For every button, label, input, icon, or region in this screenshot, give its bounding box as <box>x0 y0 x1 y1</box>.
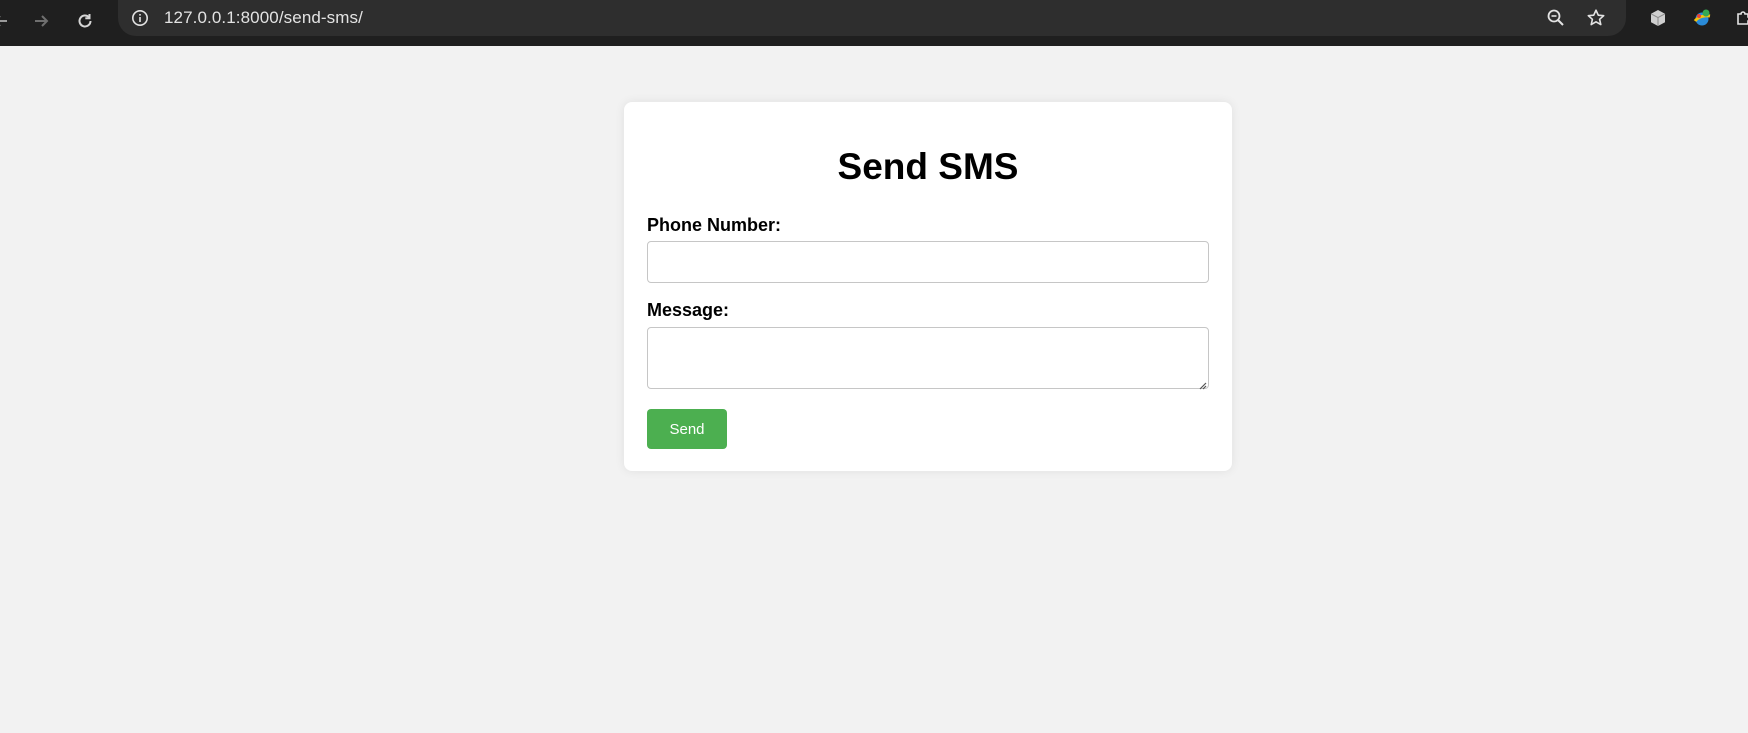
phone-number-label: Phone Number: <box>647 215 782 235</box>
browser-toolbar: 127.0.0.1:8000/send-sms/ <box>0 0 1748 46</box>
textarea-resize-handle-icon[interactable] <box>1197 377 1207 390</box>
back-arrow-icon[interactable] <box>0 6 16 36</box>
puzzle-icon[interactable] <box>1730 4 1748 32</box>
star-icon[interactable] <box>1583 5 1609 31</box>
message-label: Message: <box>647 300 730 320</box>
phone-number-input[interactable] <box>647 241 1209 283</box>
zoom-out-icon[interactable] <box>1543 5 1569 31</box>
colorful-extension-icon[interactable] <box>1688 4 1716 32</box>
cube-extension-icon[interactable] <box>1644 4 1672 32</box>
reload-icon[interactable] <box>70 6 100 36</box>
message-textarea[interactable] <box>647 327 1209 389</box>
address-bar[interactable]: 127.0.0.1:8000/send-sms/ <box>118 0 1626 36</box>
info-icon[interactable] <box>128 6 152 30</box>
send-sms-card: Send SMS Phone Number: Message: Send <box>624 102 1232 471</box>
forward-arrow-icon[interactable] <box>26 6 56 36</box>
url-text[interactable]: 127.0.0.1:8000/send-sms/ <box>164 8 363 28</box>
send-button[interactable]: Send <box>647 409 727 449</box>
page-title: Send SMS <box>837 146 1019 187</box>
